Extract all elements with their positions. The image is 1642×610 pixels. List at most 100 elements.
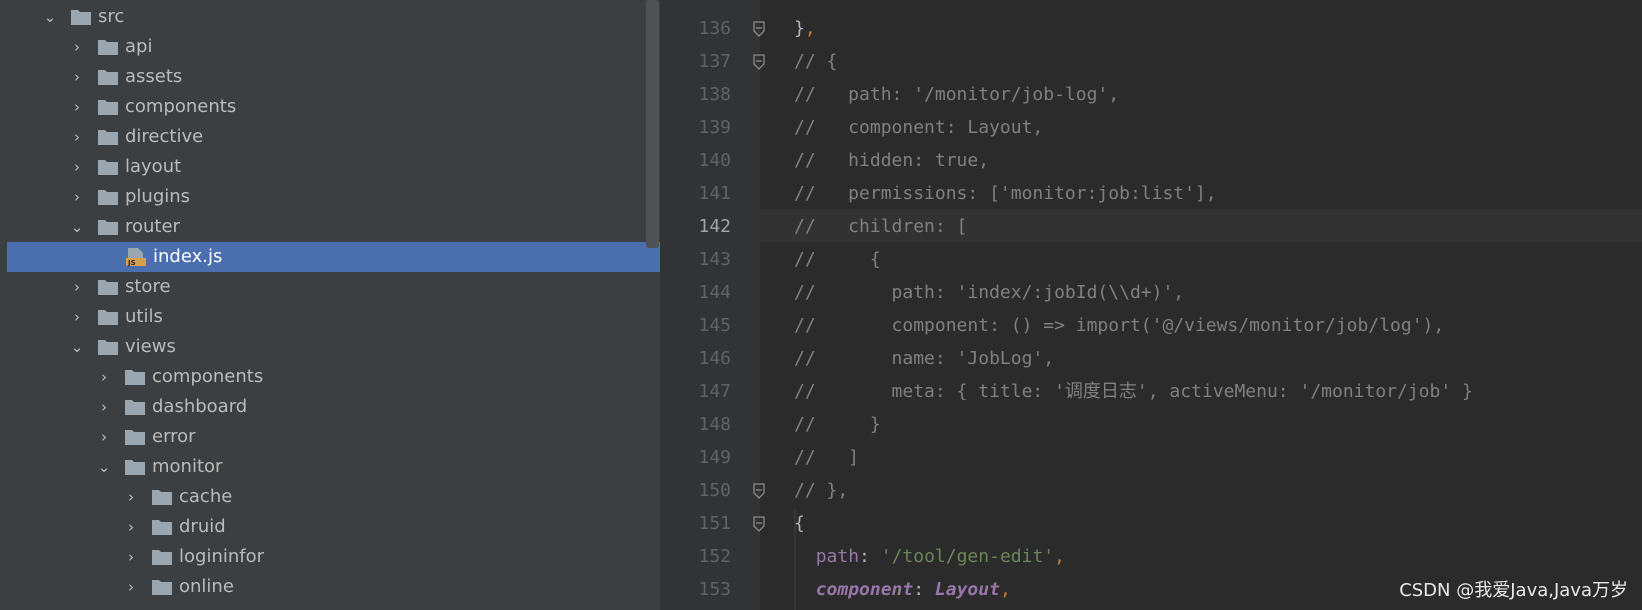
code-line[interactable]: 147 // meta: { title: '调度日志', activeMenu:… xyxy=(660,375,1642,408)
svg-text:JS: JS xyxy=(127,259,136,267)
code-text: }, xyxy=(794,12,816,45)
folder-icon xyxy=(98,340,118,355)
code-token: // { xyxy=(794,51,838,72)
chevron-right-icon[interactable]: › xyxy=(96,422,112,452)
tree-item-views[interactable]: ⌄ views xyxy=(0,332,660,362)
code-line[interactable]: 148 // } xyxy=(660,408,1642,441)
chevron-right-icon[interactable]: › xyxy=(123,482,139,512)
tree-item-label: components xyxy=(125,96,237,117)
code-text: // component: Layout, xyxy=(794,111,1043,144)
chevron-right-icon[interactable]: › xyxy=(69,32,85,62)
code-text: // name: 'JobLog', xyxy=(794,342,1054,375)
code-line[interactable]: 136}, xyxy=(660,12,1642,45)
code-token: // hidden: true, xyxy=(794,150,990,171)
tree-item-components[interactable]: › components xyxy=(0,92,660,122)
chevron-right-icon[interactable]: › xyxy=(123,542,139,572)
line-number: 136 xyxy=(698,18,731,39)
folder-icon xyxy=(98,70,118,85)
code-line[interactable]: 151 { xyxy=(660,507,1642,540)
tree-item-label: utils xyxy=(125,306,163,327)
chevron-right-icon[interactable]: › xyxy=(69,92,85,122)
code-text: path: '/tool/gen-edit', xyxy=(794,540,1065,573)
tree-item-label: components xyxy=(152,366,264,387)
tree-item-label: assets xyxy=(125,66,183,87)
folder-icon xyxy=(152,550,172,565)
code-line[interactable]: 145 // component: () => import('@/views/m… xyxy=(660,309,1642,342)
line-number: 142 xyxy=(698,216,731,237)
chevron-right-icon[interactable]: › xyxy=(69,62,85,92)
code-token: '/tool/gen-edit' xyxy=(880,546,1055,567)
code-token: : xyxy=(913,579,935,600)
code-line[interactable]: 137 // { xyxy=(660,45,1642,78)
code-line[interactable]: 150 // }, xyxy=(660,474,1642,507)
code-line[interactable]: 138 // path: '/monitor/job-log', xyxy=(660,78,1642,111)
tree-item-label: monitor xyxy=(152,456,223,477)
code-line[interactable]: 141 // permissions: ['monitor:job:list'], xyxy=(660,177,1642,210)
tree-item-label: layout xyxy=(125,156,182,177)
chevron-right-icon[interactable]: › xyxy=(69,272,85,302)
fold-marker-icon[interactable] xyxy=(752,483,766,499)
chevron-right-icon[interactable]: › xyxy=(69,152,85,182)
chevron-right-icon[interactable]: › xyxy=(69,302,85,332)
tree-item-directive[interactable]: › directive xyxy=(0,122,660,152)
chevron-down-icon[interactable]: ⌄ xyxy=(69,332,85,362)
code-line[interactable]: 146 // name: 'JobLog', xyxy=(660,342,1642,375)
code-line[interactable]: 142 // children: [ xyxy=(660,210,1642,243)
code-line[interactable]: 152 path: '/tool/gen-edit', xyxy=(660,540,1642,573)
tree-item-error[interactable]: › error xyxy=(0,422,660,452)
fold-marker-icon[interactable] xyxy=(752,54,766,70)
code-text: // component: () => import('@/views/moni… xyxy=(794,309,1444,342)
tree-item-logininfor[interactable]: › logininfor xyxy=(0,542,660,572)
code-line[interactable]: 149 // ] xyxy=(660,441,1642,474)
code-token: : xyxy=(859,546,881,567)
chevron-right-icon[interactable]: › xyxy=(96,392,112,422)
code-text: // }, xyxy=(794,474,848,507)
code-line[interactable]: 139 // component: Layout, xyxy=(660,111,1642,144)
line-number: 139 xyxy=(698,117,731,138)
tree-item-assets[interactable]: › assets xyxy=(0,62,660,92)
tree-item-router[interactable]: ⌄ router xyxy=(0,212,660,242)
tree-item-label: router xyxy=(125,216,180,237)
code-token: // permissions: ['monitor:job:list'], xyxy=(794,183,1217,204)
tree-item-monitor[interactable]: ⌄ monitor xyxy=(0,452,660,482)
code-text: // path: '/monitor/job-log', xyxy=(794,78,1119,111)
tree-item-plugins[interactable]: › plugins xyxy=(0,182,660,212)
code-token: // meta: { title: '调度日志', activeMenu: '/… xyxy=(794,381,1473,402)
folder-icon xyxy=(98,310,118,325)
tree-item-store[interactable]: › store xyxy=(0,272,660,302)
code-line[interactable]: 144 // path: 'index/:jobId(\\d+)', xyxy=(660,276,1642,309)
tree-scrollbar[interactable] xyxy=(646,0,659,248)
code-text: // { xyxy=(794,243,881,276)
chevron-right-icon[interactable]: › xyxy=(123,572,139,602)
tree-item-dashboard[interactable]: › dashboard xyxy=(0,392,660,422)
chevron-right-icon[interactable]: › xyxy=(69,182,85,212)
chevron-down-icon[interactable]: ⌄ xyxy=(42,2,58,32)
tree-item-src[interactable]: ⌄ src xyxy=(0,2,660,32)
fold-marker-icon[interactable] xyxy=(752,516,766,532)
tree-item-online[interactable]: › online xyxy=(0,572,660,602)
code-token: // { xyxy=(794,249,881,270)
tree-item-cache[interactable]: › cache xyxy=(0,482,660,512)
code-editor[interactable]: 136}, 137 // {138 // path: '/monitor/job-lo… xyxy=(660,0,1642,610)
fold-marker-icon[interactable] xyxy=(752,21,766,37)
tree-item-layout[interactable]: › layout xyxy=(0,152,660,182)
chevron-down-icon[interactable]: ⌄ xyxy=(69,212,85,242)
chevron-right-icon[interactable]: › xyxy=(69,122,85,152)
code-line[interactable]: 143 // { xyxy=(660,243,1642,276)
code-token: // path: '/monitor/job-log', xyxy=(794,84,1120,105)
tree-item-index-js[interactable]: JS index.js xyxy=(7,242,660,272)
chevron-right-icon[interactable]: › xyxy=(123,512,139,542)
js-file-icon: JS xyxy=(126,248,146,267)
tree-item-utils[interactable]: › utils xyxy=(0,302,660,332)
chevron-right-icon[interactable]: › xyxy=(96,362,112,392)
tree-item-label: src xyxy=(98,6,125,27)
code-line[interactable]: 140 // hidden: true, xyxy=(660,144,1642,177)
code-text: // permissions: ['monitor:job:list'], xyxy=(794,177,1217,210)
tree-item-druid[interactable]: › druid xyxy=(0,512,660,542)
code-text: { xyxy=(794,507,805,540)
folder-icon xyxy=(98,100,118,115)
tree-item-api[interactable]: › api xyxy=(0,32,660,62)
chevron-down-icon[interactable]: ⌄ xyxy=(96,452,112,482)
tree-item-views-components[interactable]: › components xyxy=(0,362,660,392)
